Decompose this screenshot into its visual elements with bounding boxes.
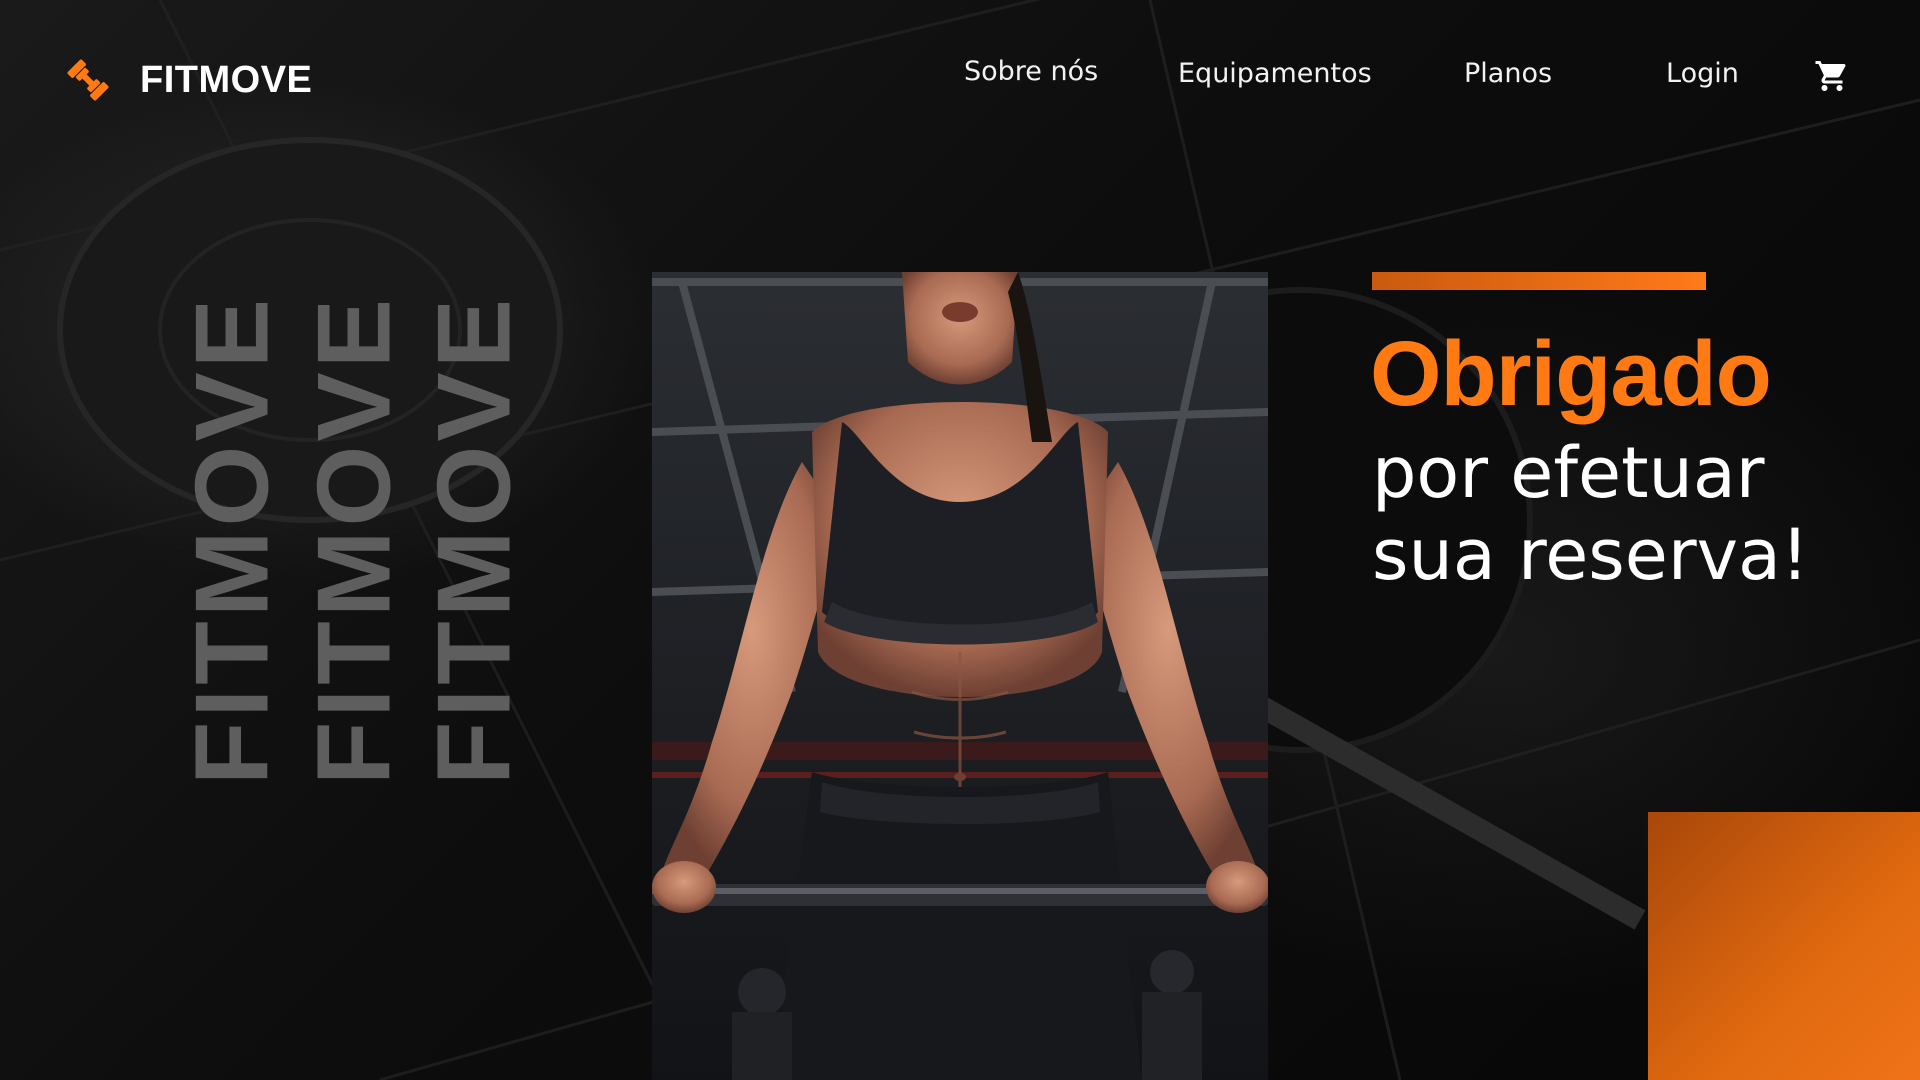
thanks-line-1: por efetuar [1372,432,1765,514]
vertical-brand-text: FITMOVE [175,290,291,790]
vertical-brand-text: FITMOVE [297,290,413,790]
nav-item-about[interactable]: Sobre nós [964,56,1098,87]
woman-lifting-barbell-photo [652,272,1268,1080]
main-nav: Sobre nós Equipamentos Planos Login [0,56,1920,98]
nav-item-login[interactable]: Login [1666,58,1739,89]
vertical-word: FITMOVE [296,294,413,786]
vertical-word: FITMOVE [416,294,533,786]
vertical-brand-text: FITMOVE [417,290,533,790]
nav-item-plans[interactable]: Planos [1464,58,1552,89]
vertical-word: FITMOVE [174,294,291,786]
thanks-line-2: sua reserva! [1372,514,1809,596]
thanks-subtitle: por efetuar sua reserva! [1372,432,1892,596]
shopping-cart-icon[interactable] [1814,58,1850,94]
nav-item-equipment[interactable]: Equipamentos [1178,58,1372,89]
decorative-orange-block [1648,812,1920,1080]
thanks-title: Obrigado [1370,323,1772,425]
page: FITMOVE Sobre nós Equipamentos Planos Lo… [0,0,1920,1080]
accent-bar [1372,272,1706,290]
